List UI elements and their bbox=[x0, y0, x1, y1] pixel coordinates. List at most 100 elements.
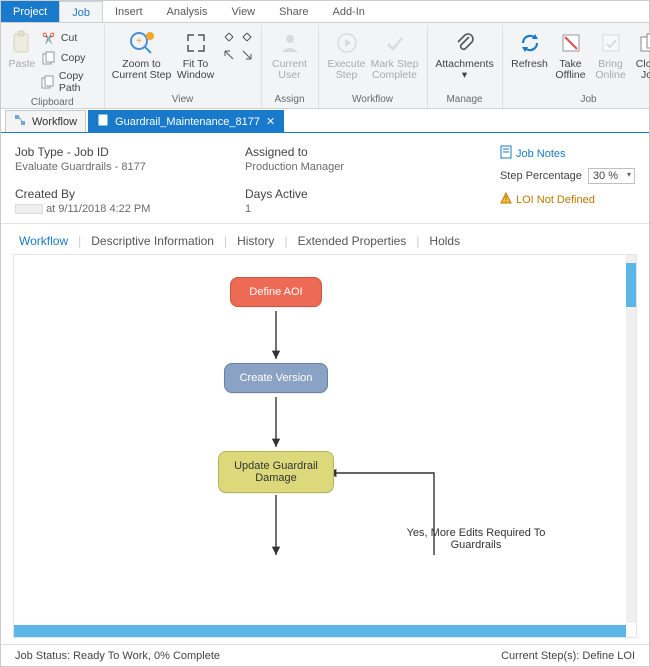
arrow-se-icon[interactable] bbox=[239, 47, 255, 63]
refresh-button[interactable]: Refresh bbox=[509, 27, 551, 70]
tab-addin[interactable]: Add-In bbox=[321, 1, 377, 22]
refresh-label: Refresh bbox=[511, 59, 548, 70]
node-update-damage[interactable]: Update Guardrail Damage bbox=[218, 451, 334, 493]
view-caption: View bbox=[172, 92, 194, 108]
execute-step-label: Execute Step bbox=[325, 59, 369, 81]
tab-view[interactable]: View bbox=[219, 1, 267, 22]
copy-label: Copy bbox=[61, 52, 86, 64]
subtab-holds[interactable]: Holds bbox=[425, 234, 464, 248]
subtab-history[interactable]: History bbox=[233, 234, 278, 248]
notes-icon bbox=[500, 145, 512, 162]
bring-online-label: Bring Online bbox=[591, 59, 631, 81]
expand-out-icon[interactable] bbox=[221, 29, 237, 45]
subtab-extended[interactable]: Extended Properties bbox=[294, 234, 411, 248]
job-caption: Job bbox=[580, 92, 596, 108]
job-notes-label: Job Notes bbox=[516, 148, 566, 160]
status-right: Current Step(s): Define LOI bbox=[501, 650, 635, 662]
vertical-scrollbar[interactable] bbox=[626, 255, 636, 623]
ribbon-group-job: Refresh Take Offline Bring Online Clone … bbox=[503, 25, 650, 108]
take-offline-button[interactable]: Take Offline bbox=[551, 27, 591, 81]
scissors-icon: ✂️ bbox=[41, 30, 57, 46]
step-pct-dropdown[interactable]: 30 % bbox=[588, 168, 635, 184]
subtab-workflow[interactable]: Workflow bbox=[15, 234, 72, 248]
ribbon-group-workflow: Execute Step Mark Step Complete Workflow bbox=[319, 25, 428, 108]
fit-window-button[interactable]: Fit To Window bbox=[173, 27, 219, 81]
job-info-panel: Job Type - Job ID Evaluate Guardrails - … bbox=[1, 133, 649, 224]
user-icon bbox=[276, 29, 304, 57]
jobtype-label: Job Type - Job ID bbox=[15, 145, 245, 159]
check-icon bbox=[381, 29, 409, 57]
daysactive-label: Days Active bbox=[245, 187, 415, 201]
clipboard-icon bbox=[8, 29, 36, 57]
warning-icon: ! bbox=[500, 192, 512, 207]
job-notes-link[interactable]: Job Notes bbox=[500, 145, 635, 162]
vertical-scroll-thumb[interactable] bbox=[626, 263, 636, 307]
doctab-file[interactable]: Guardrail_Maintenance_8177 ✕ bbox=[88, 110, 284, 132]
collapse-in-icon[interactable] bbox=[239, 29, 255, 45]
horizontal-scrollbar[interactable] bbox=[14, 625, 626, 637]
assignedto-value: Production Manager bbox=[245, 161, 415, 173]
tab-analysis[interactable]: Analysis bbox=[155, 1, 220, 22]
detail-subtabs: Workflow| Descriptive Information| Histo… bbox=[1, 224, 649, 254]
jobtype-value: Evaluate Guardrails - 8177 bbox=[15, 161, 245, 173]
node-create-version[interactable]: Create Version bbox=[224, 363, 328, 393]
play-icon bbox=[333, 29, 361, 57]
assign-caption: Assign bbox=[275, 92, 305, 108]
zoom-current-step-button[interactable]: + Zoom to Current Step bbox=[111, 27, 173, 81]
svg-text:+: + bbox=[136, 36, 142, 47]
tab-insert[interactable]: Insert bbox=[103, 1, 155, 22]
subtab-descriptive[interactable]: Descriptive Information bbox=[87, 234, 218, 248]
refresh-icon bbox=[516, 29, 544, 57]
doctab-workflow-label: Workflow bbox=[32, 116, 77, 128]
assignedto-label: Assigned to bbox=[245, 145, 415, 159]
workflow-canvas[interactable]: Define AOI Create Version Update Guardra… bbox=[13, 254, 637, 638]
doctab-workflow[interactable]: Workflow bbox=[5, 110, 86, 132]
status-bar: Job Status: Ready To Work, 0% Complete C… bbox=[1, 644, 649, 666]
cut-label: Cut bbox=[61, 32, 77, 44]
ribbon-group-clipboard: Paste ✂️Cut Copy Copy Path Clipboard bbox=[1, 25, 105, 108]
document-tabstrip: Workflow Guardrail_Maintenance_8177 ✕ bbox=[1, 109, 649, 133]
tab-share[interactable]: Share bbox=[267, 1, 320, 22]
ribbon: Paste ✂️Cut Copy Copy Path Clipboard + Z… bbox=[1, 23, 649, 109]
node-define-aoi[interactable]: Define AOI bbox=[230, 277, 322, 307]
fit-window-icon bbox=[182, 29, 210, 57]
mark-complete-button[interactable]: Mark Step Complete bbox=[369, 27, 421, 81]
fit-window-label: Fit To Window bbox=[173, 59, 219, 81]
workflow-tab-icon bbox=[14, 114, 26, 129]
edge-label-more-edits: Yes, More Edits Required To Guardrails bbox=[376, 527, 576, 551]
clone-job-button[interactable]: Clone Job bbox=[631, 27, 650, 81]
copy-path-button[interactable]: Copy Path bbox=[37, 69, 98, 95]
zoom-step-icon: + bbox=[128, 29, 156, 57]
bring-online-button[interactable]: Bring Online bbox=[591, 27, 631, 81]
workflow-edges bbox=[14, 255, 636, 637]
attachments-label: Attachments▾ bbox=[435, 59, 493, 81]
mark-complete-label: Mark Step Complete bbox=[369, 59, 421, 81]
copy-path-icon bbox=[41, 74, 55, 90]
take-offline-label: Take Offline bbox=[551, 59, 591, 81]
loi-warning: ! LOI Not Defined bbox=[500, 192, 635, 207]
menu-tabstrip: Project Job Insert Analysis View Share A… bbox=[1, 1, 649, 23]
doctab-file-label: Guardrail_Maintenance_8177 bbox=[115, 116, 260, 128]
cut-button[interactable]: ✂️ Cut bbox=[37, 29, 98, 47]
clone-job-label: Clone Job bbox=[631, 59, 650, 81]
copy-icon bbox=[41, 50, 57, 66]
arrow-nw-icon[interactable] bbox=[221, 47, 237, 63]
tab-project[interactable]: Project bbox=[1, 1, 59, 22]
step-pct-label: Step Percentage bbox=[500, 170, 582, 182]
loi-warning-text: LOI Not Defined bbox=[516, 194, 595, 206]
current-user-label: Current User bbox=[268, 59, 312, 81]
clone-icon bbox=[636, 29, 650, 57]
copy-button[interactable]: Copy bbox=[37, 49, 98, 67]
createdby-label: Created By bbox=[15, 187, 245, 201]
current-user-button[interactable]: Current User bbox=[268, 27, 312, 81]
paste-button[interactable]: Paste bbox=[7, 27, 37, 70]
close-tab-icon[interactable]: ✕ bbox=[266, 115, 275, 128]
workflow-caption: Workflow bbox=[352, 92, 393, 108]
attachments-button[interactable]: Attachments▾ bbox=[434, 27, 496, 81]
execute-step-button[interactable]: Execute Step bbox=[325, 27, 369, 81]
ribbon-group-manage: Attachments▾ Manage bbox=[428, 25, 503, 108]
file-tab-icon bbox=[97, 114, 109, 129]
offline-icon bbox=[557, 29, 585, 57]
tab-job[interactable]: Job bbox=[59, 1, 103, 22]
svg-text:!: ! bbox=[505, 195, 507, 204]
